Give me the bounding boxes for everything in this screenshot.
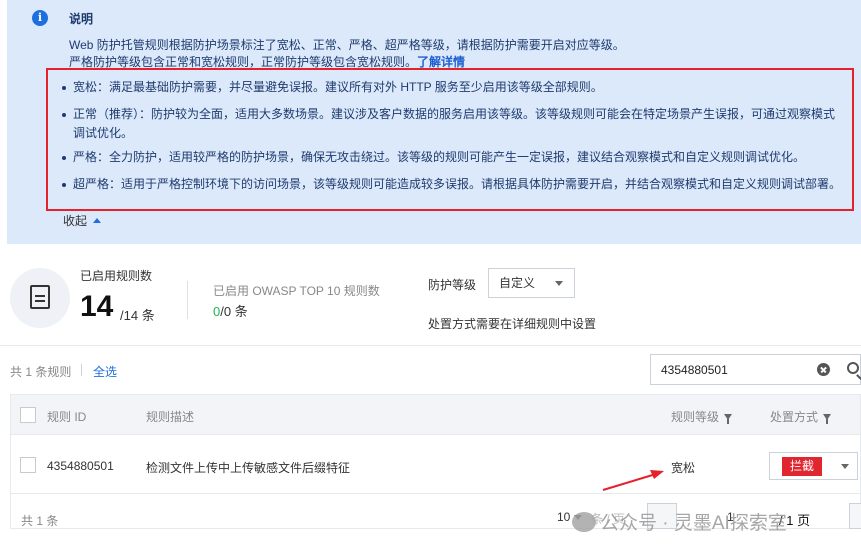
info-icon: i bbox=[32, 10, 48, 26]
enabled-rules-count: 14 bbox=[80, 290, 114, 323]
total-rules-count: 共 1 条规则 bbox=[10, 365, 72, 379]
level-item-normal: 正常（推荐）：防护较为全面，适用大多数场景。建议涉及客户数据的服务启用该等级。该… bbox=[62, 105, 842, 143]
stat-divider bbox=[187, 281, 188, 319]
notice-title: 说明 bbox=[69, 12, 94, 26]
bullet-icon bbox=[62, 86, 66, 90]
header-rule-id: 规则 ID bbox=[47, 410, 87, 424]
bullet-icon bbox=[62, 156, 66, 160]
select-all-checkbox[interactable] bbox=[20, 407, 36, 423]
cell-level: 宽松 bbox=[671, 461, 696, 475]
protection-hint: 处置方式需要在详细规则中设置 bbox=[428, 317, 597, 331]
cell-rule-id: 4354880501 bbox=[47, 459, 114, 473]
block-tag: 拦截 bbox=[782, 457, 822, 476]
bullet-icon bbox=[62, 113, 66, 117]
caret-up-icon bbox=[93, 218, 102, 223]
chevron-down-icon bbox=[555, 281, 563, 286]
owasp-rules-label: 已启用 OWASP TOP 10 规则数 bbox=[213, 284, 380, 298]
clear-icon[interactable] bbox=[817, 363, 830, 376]
level-item-strict: 严格：全力防护，适用较严格的防护场景，确保无攻击绕过。该等级的规则可能产生一定误… bbox=[62, 148, 842, 167]
protection-level-label: 防护等级 bbox=[428, 278, 477, 292]
filter-icon[interactable] bbox=[823, 414, 832, 424]
search-input[interactable] bbox=[661, 360, 811, 380]
protection-level-select[interactable]: 自定义 bbox=[488, 268, 575, 298]
collapse-toggle[interactable]: 收起 bbox=[63, 212, 102, 229]
bullet-icon bbox=[62, 183, 66, 187]
rules-stat-avatar bbox=[10, 268, 70, 328]
wechat-logo-icon bbox=[572, 512, 596, 532]
header-description: 规则描述 bbox=[146, 410, 195, 424]
watermark: 公众号 · 灵墨AI探索室 bbox=[572, 508, 787, 538]
cell-description: 检测文件上传中上传敏感文件后缀特征 bbox=[146, 461, 351, 475]
footer-total: 共 1 条 bbox=[21, 514, 59, 528]
table-row: 4354880501 检测文件上传中上传敏感文件后缀特征 宽松 拦截 bbox=[11, 436, 860, 494]
level-item-loose: 宽松：满足最基础防护需要，并尽量避免误报。建议所有对外 HTTP 服务至少启用该… bbox=[62, 78, 842, 97]
select-all-link[interactable]: 全选 bbox=[93, 363, 117, 380]
owasp-rules-count: 0/0 条 bbox=[213, 304, 248, 319]
action-select[interactable]: 拦截 bbox=[769, 452, 858, 480]
toolbar-separator bbox=[81, 364, 82, 376]
search-box bbox=[650, 354, 861, 385]
filter-icon[interactable] bbox=[724, 414, 733, 424]
next-page-button[interactable] bbox=[849, 503, 861, 529]
section-divider bbox=[0, 345, 861, 346]
level-item-super-strict: 超严格：适用于严格控制环境下的访问场景，该等级规则可能造成较多误报。请根据具体防… bbox=[62, 175, 842, 194]
chevron-down-icon bbox=[841, 464, 849, 469]
header-action[interactable]: 处置方式 bbox=[770, 408, 832, 425]
notice-line-1: Web 防护托管规则根据防护场景标注了宽松、正常、严格、超严格等级，请根据防护需… bbox=[69, 38, 625, 52]
enabled-rules-total: /14 条 bbox=[120, 308, 155, 323]
row-checkbox[interactable] bbox=[20, 457, 36, 473]
table-header: 规则 ID 规则描述 规则等级 处置方式 bbox=[11, 395, 860, 435]
document-icon bbox=[30, 285, 50, 309]
header-level[interactable]: 规则等级 bbox=[671, 408, 733, 425]
enabled-rules-label: 已启用规则数 bbox=[80, 269, 153, 283]
learn-more-link[interactable]: 了解详情 bbox=[417, 55, 465, 69]
search-icon[interactable] bbox=[847, 362, 859, 374]
